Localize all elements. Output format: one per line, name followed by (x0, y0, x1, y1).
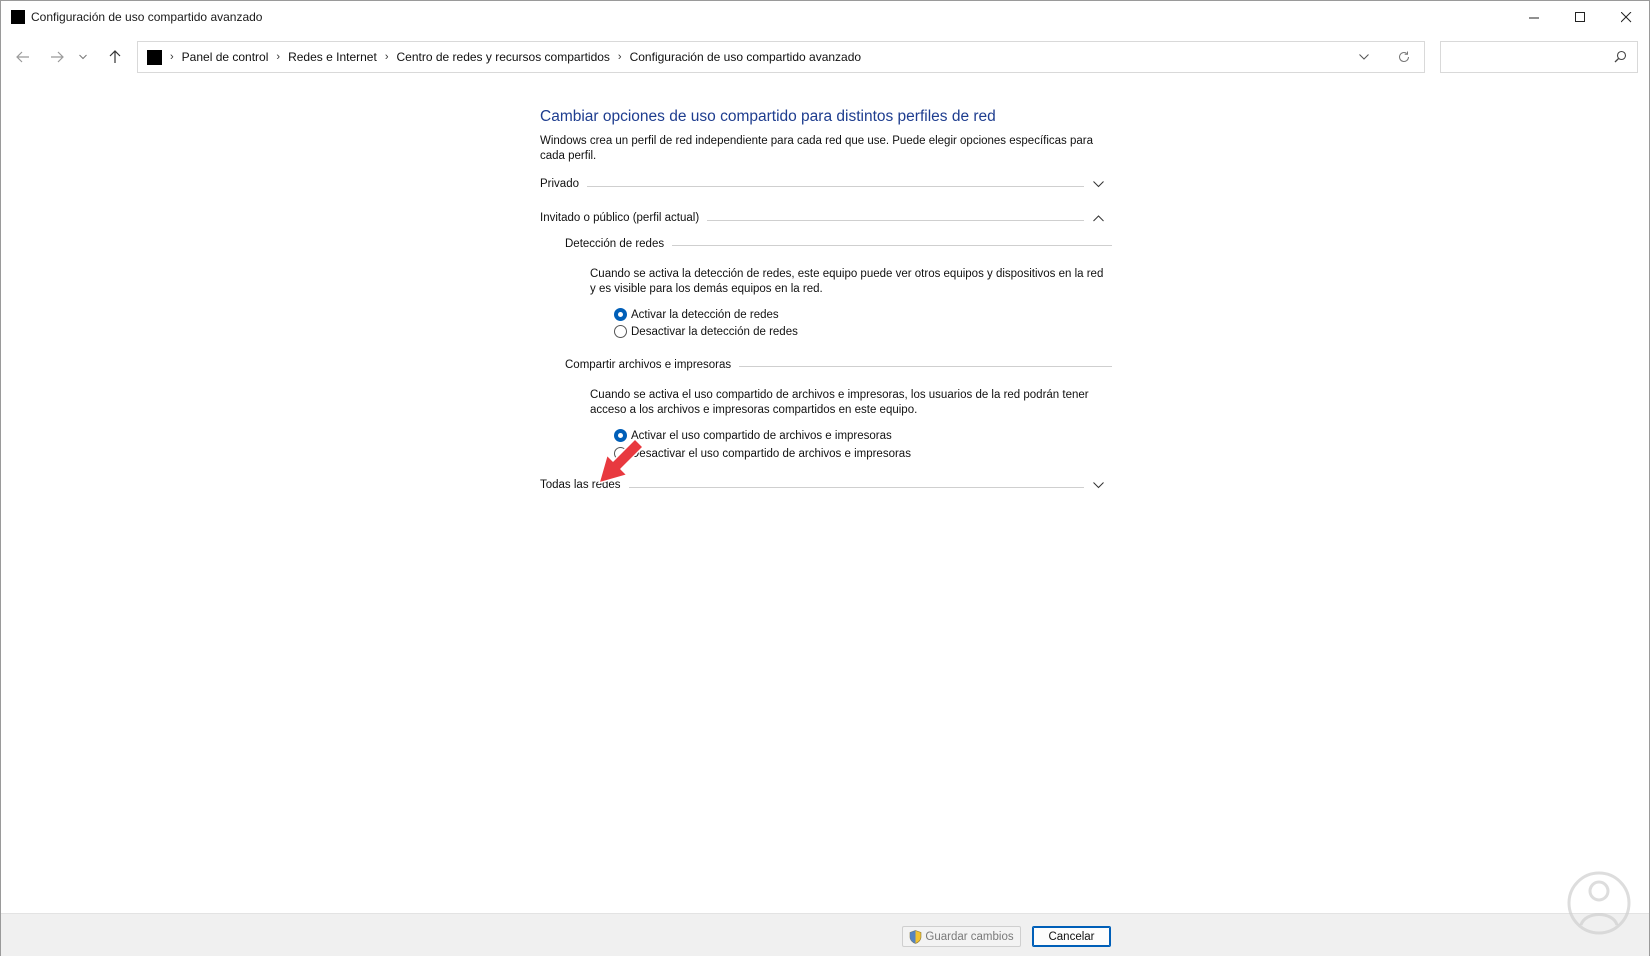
network-discovery-title: Detección de redes (565, 238, 665, 250)
profile-private-label: Privado (540, 178, 579, 190)
file-sharing-header: Compartir archivos e impresoras (565, 356, 1112, 374)
maximize-button[interactable] (1557, 1, 1603, 33)
radio-enable-sharing[interactable]: Activar el uso compartido de archivos e … (614, 427, 892, 444)
minimize-icon (1528, 17, 1539, 18)
breadcrumb-separator-icon: › (170, 51, 174, 63)
expand-all-networks-button[interactable] (1084, 476, 1112, 494)
network-discovery-header: Detección de redes (565, 235, 1112, 253)
radio-label[interactable]: Desactivar la detección de redes (631, 326, 798, 338)
breadcrumb-control-panel[interactable]: Panel de control (182, 50, 269, 64)
breadcrumb-separator-icon: › (276, 51, 281, 63)
minimize-button[interactable] (1511, 1, 1557, 33)
radio-enable-discovery[interactable]: Activar la detección de redes (614, 306, 779, 323)
radio-label[interactable]: Desactivar el uso compartido de archivos… (631, 448, 911, 460)
save-changes-label: Guardar cambios (925, 930, 1014, 943)
search-icon (1614, 50, 1627, 63)
watermark-logo-icon (1567, 871, 1631, 935)
address-dropdown-button[interactable] (1352, 42, 1376, 72)
search-input[interactable] (1440, 41, 1638, 73)
chevron-down-icon (1092, 481, 1104, 488)
shield-icon (910, 929, 922, 944)
recent-locations-button[interactable] (73, 39, 93, 75)
radio-disable-discovery[interactable]: Desactivar la detección de redes (614, 323, 798, 340)
annotation-arrow-icon (598, 438, 644, 484)
divider (739, 365, 1112, 367)
back-button[interactable] (9, 39, 37, 75)
app-icon (11, 10, 25, 24)
title-bar: Configuración de uso compartido avanzado (1, 1, 1649, 33)
window-controls (1511, 1, 1649, 33)
profile-guest-header[interactable]: Invitado o público (perfil actual) (540, 209, 1112, 227)
radio-button[interactable] (614, 325, 627, 338)
recent-dropdown-icon (79, 54, 87, 60)
network-discovery-text: Cuando se activa la detección de redes, … (590, 268, 1104, 295)
page-title: Cambiar opciones de uso compartido para … (540, 108, 996, 125)
up-arrow-icon (109, 50, 121, 63)
file-sharing-title: Compartir archivos e impresoras (565, 359, 732, 371)
control-panel-icon (147, 49, 162, 65)
chevron-up-icon (1092, 214, 1104, 221)
file-sharing-text: Cuando se activa el uso compartido de ar… (590, 389, 1089, 416)
radio-label[interactable]: Activar el uso compartido de archivos e … (631, 430, 892, 442)
close-icon (1620, 11, 1631, 22)
maximize-icon (1574, 11, 1585, 22)
breadcrumb-separator-icon: › (384, 51, 389, 63)
refresh-icon (1399, 51, 1410, 63)
up-button[interactable] (101, 39, 129, 75)
window: Configuración de uso compartido avanzado (0, 0, 1650, 956)
address-bar[interactable]: › Panel de control › Redes e Internet › … (137, 41, 1425, 73)
page-description: Windows crea un perfil de red independie… (540, 135, 1093, 162)
chevron-down-icon (1092, 180, 1104, 187)
divider (672, 244, 1112, 246)
divider (707, 219, 1084, 221)
expand-private-button[interactable] (1084, 175, 1112, 193)
profile-guest-label: Invitado o público (perfil actual) (540, 212, 700, 224)
radio-button-checked[interactable] (614, 308, 627, 321)
divider (587, 185, 1084, 187)
profile-private-header[interactable]: Privado (540, 175, 1112, 193)
footer-bar: Guardar cambios Cancelar (1, 913, 1649, 956)
refresh-button[interactable] (1392, 42, 1416, 72)
collapse-guest-button[interactable] (1084, 209, 1112, 227)
chevron-down-icon (1359, 54, 1369, 60)
divider (628, 486, 1084, 488)
window-title: Configuración de uso compartido avanzado (31, 10, 263, 24)
close-button[interactable] (1603, 1, 1649, 33)
radio-label[interactable]: Activar la detección de redes (631, 309, 779, 321)
radio-disable-sharing[interactable]: Desactivar el uso compartido de archivos… (614, 445, 911, 462)
cancel-button[interactable]: Cancelar (1032, 926, 1111, 947)
forward-arrow-icon (51, 51, 64, 63)
back-arrow-icon (16, 51, 29, 63)
breadcrumb-network-internet[interactable]: Redes e Internet (288, 50, 377, 64)
forward-button[interactable] (43, 39, 71, 75)
navigation-bar: › Panel de control › Redes e Internet › … (1, 39, 1649, 75)
breadcrumb-advanced-sharing[interactable]: Configuración de uso compartido avanzado (630, 50, 861, 64)
breadcrumb-network-center[interactable]: Centro de redes y recursos compartidos (396, 50, 609, 64)
save-changes-button[interactable]: Guardar cambios (902, 926, 1021, 947)
breadcrumb-separator-icon: › (617, 51, 622, 63)
